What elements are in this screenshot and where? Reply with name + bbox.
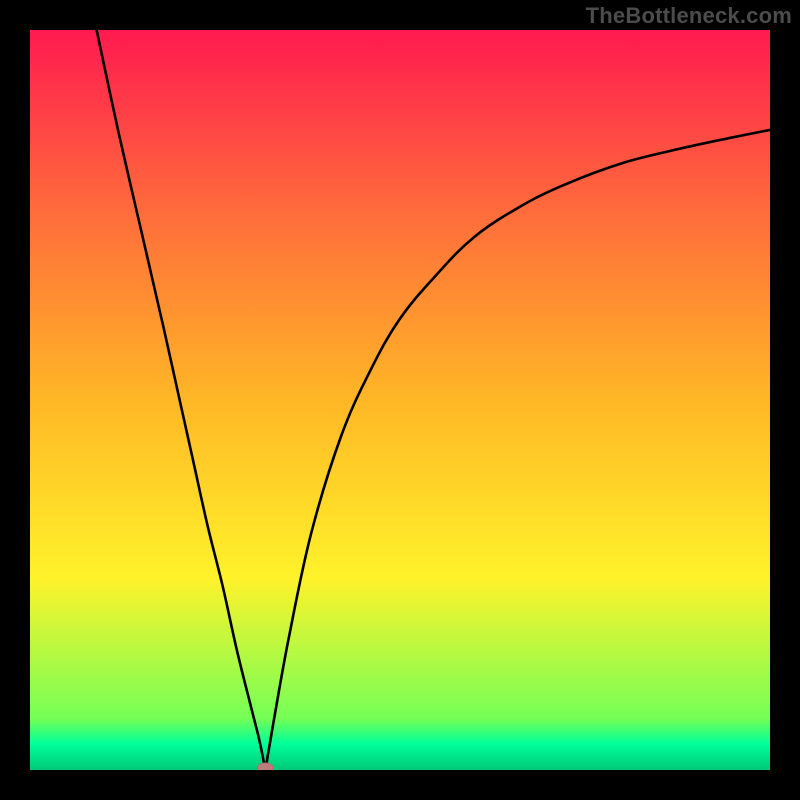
chart-svg (30, 30, 770, 770)
plot-area (30, 30, 770, 770)
gradient-background (30, 30, 770, 770)
watermark-text: TheBottleneck.com (586, 3, 792, 29)
minimum-marker (257, 763, 273, 770)
chart-frame: TheBottleneck.com (0, 0, 800, 800)
